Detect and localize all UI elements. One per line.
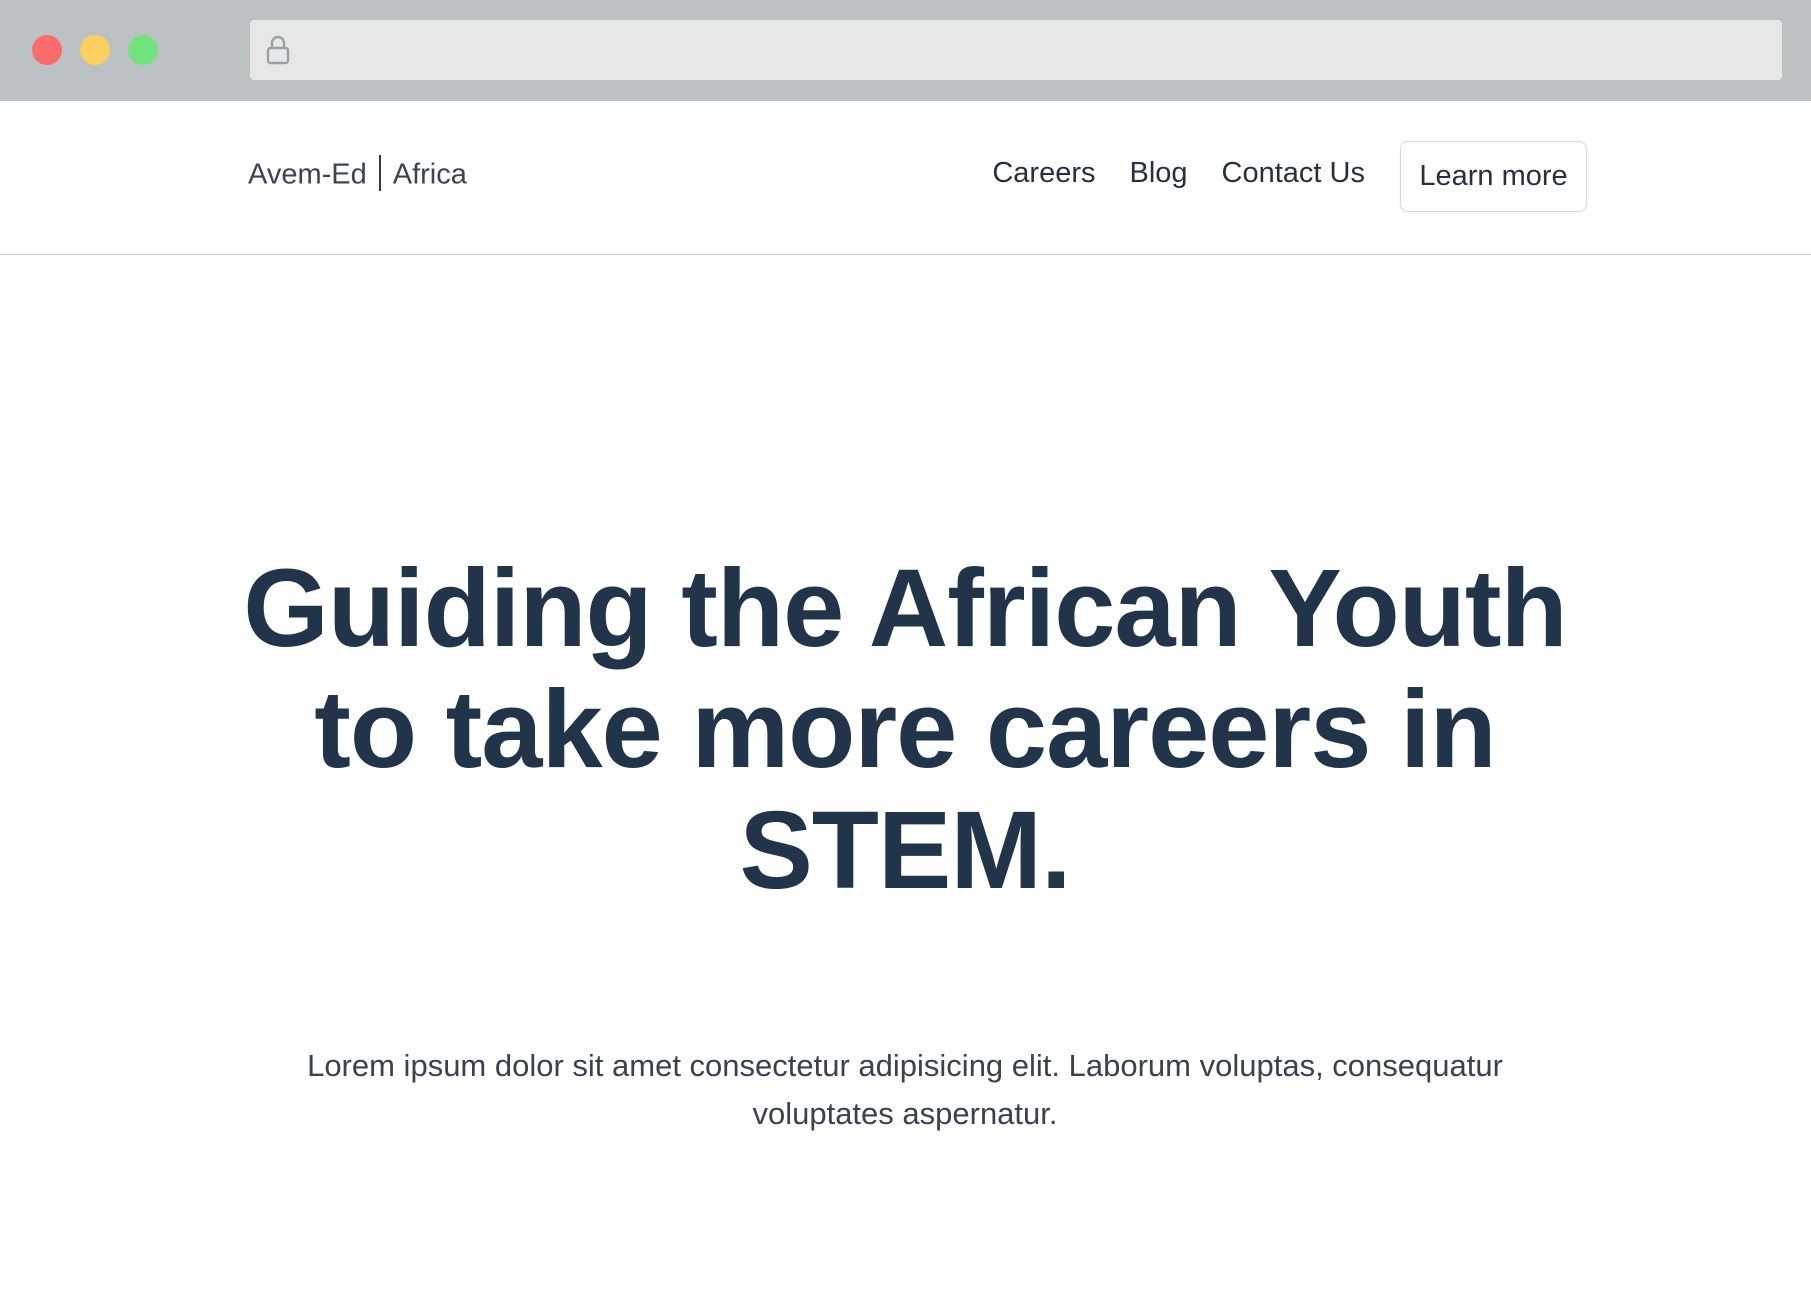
hero-title: Guiding the African Youth to take more c… <box>243 547 1567 912</box>
maximize-window-button[interactable] <box>128 35 158 65</box>
lock-icon <box>264 34 292 66</box>
address-bar[interactable] <box>250 20 1782 80</box>
nav-link-blog[interactable]: Blog <box>1130 157 1188 190</box>
browser-window: Avem-Ed Africa Careers Blog Contact Us Le… <box>0 0 1811 1294</box>
learn-more-button[interactable]: Learn more <box>1400 141 1587 212</box>
browser-titlebar <box>0 0 1811 101</box>
brand-name: Avem-Ed <box>248 158 367 191</box>
nav-links: Careers Blog Contact Us <box>992 157 1365 190</box>
hero-subtitle: Lorem ipsum dolor sit amet consectetur a… <box>307 1048 1503 1131</box>
nav-link-contact-us[interactable]: Contact Us <box>1222 157 1365 190</box>
brand-divider <box>378 155 381 191</box>
minimize-window-button[interactable] <box>80 35 110 65</box>
nav-link-careers[interactable]: Careers <box>992 157 1095 190</box>
site-navbar: Avem-Ed Africa Careers Blog Contact Us Le… <box>0 101 1811 255</box>
brand-logo[interactable]: Avem-Ed Africa <box>248 155 467 194</box>
close-window-button[interactable] <box>32 35 62 65</box>
brand-region: Africa <box>392 158 467 191</box>
